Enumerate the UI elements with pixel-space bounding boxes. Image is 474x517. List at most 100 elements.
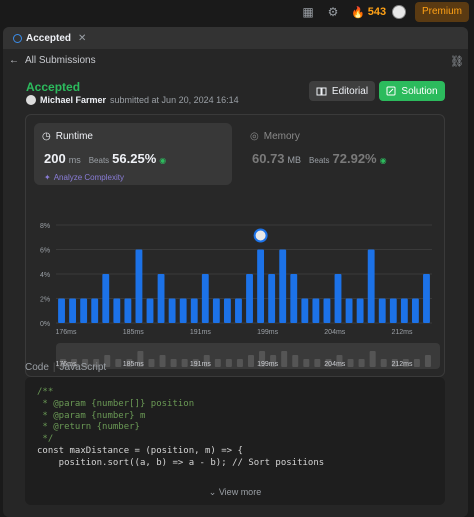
- chart-bar[interactable]: [146, 298, 154, 324]
- submission-status: Accepted: [26, 80, 81, 94]
- overview-tick-label: 199ms: [257, 361, 279, 368]
- runtime-value: 200: [44, 151, 66, 166]
- chart-bar[interactable]: [268, 274, 276, 323]
- x-tick-label: 191ms: [190, 329, 212, 336]
- tab-accepted[interactable]: Accepted ✕: [7, 30, 92, 47]
- memory-header: ◎ Memory: [250, 131, 300, 142]
- chart-bar[interactable]: [212, 298, 220, 324]
- edit-icon: [386, 86, 396, 96]
- code-line: */: [37, 434, 54, 445]
- chart-bar[interactable]: [223, 298, 231, 324]
- chart-bar[interactable]: [58, 298, 65, 324]
- chart-bar[interactable]: [257, 249, 265, 324]
- runtime-beats-label: Beats: [88, 156, 110, 165]
- solution-label: Solution: [401, 85, 438, 97]
- code-line: position.sort((a, b) => a - b); // Sort …: [37, 457, 325, 468]
- memory-panel[interactable]: ◎ Memory 60.73 MB Beats 72.92% ◉: [242, 123, 438, 185]
- overview-bar: [424, 355, 431, 367]
- runtime-beats-pct: 56.25%: [112, 151, 157, 166]
- analyze-complexity-link[interactable]: ✦ Analyze Complexity: [44, 173, 124, 182]
- chart-bar[interactable]: [367, 249, 375, 324]
- view-more-button[interactable]: ⌄ View more: [25, 487, 445, 499]
- chart-bar[interactable]: [334, 274, 342, 323]
- overview-tick-label: 185ms: [123, 361, 145, 368]
- overview-bar: [369, 351, 376, 367]
- streak-counter[interactable]: 🔥 543: [351, 4, 386, 20]
- chart-bar[interactable]: [378, 298, 386, 324]
- fire-icon: 🔥: [351, 6, 365, 19]
- chart-bar[interactable]: [69, 298, 77, 324]
- chart-bar[interactable]: [290, 274, 298, 323]
- link-icon[interactable]: ⛓: [450, 55, 464, 68]
- chart-bar[interactable]: [190, 298, 198, 324]
- user-avatar[interactable]: [26, 95, 36, 105]
- runtime-distribution-chart[interactable]: 8% 6% 4% 2% 0% 176ms 185ms 191ms 199ms 204ms 212ms…: [26, 215, 446, 375]
- memory-beats-label: Beats: [309, 156, 330, 165]
- y-tick-label: 6%: [40, 248, 50, 255]
- chart-bar[interactable]: [168, 298, 176, 324]
- chart-bar[interactable]: [157, 274, 165, 323]
- chart-bar[interactable]: [345, 298, 353, 324]
- chart-bar[interactable]: [301, 298, 309, 324]
- user-name[interactable]: Michael Farmer: [40, 95, 106, 105]
- top-bar: ▦ ⚙ 🔥 543 Premium: [0, 0, 474, 24]
- overview-bar: [380, 359, 387, 367]
- editorial-button[interactable]: Editorial: [309, 81, 375, 101]
- check-badge-icon: ◉: [159, 156, 167, 165]
- chart-bar[interactable]: [423, 274, 430, 323]
- code-line: const maxDistance = (position, m) => {: [37, 445, 243, 456]
- chart-bar[interactable]: [323, 298, 331, 324]
- runtime-value-row: 200 ms Beats 56.25% ◉: [44, 151, 166, 166]
- language-label: JavaScript: [59, 362, 107, 373]
- overview-tick-label: 212ms: [391, 361, 413, 368]
- chart-bar[interactable]: [389, 298, 397, 324]
- chart-bar[interactable]: [113, 298, 121, 324]
- back-to-submissions[interactable]: ← All Submissions: [9, 55, 96, 66]
- chart-bar[interactable]: [235, 298, 242, 324]
- x-tick-label: 204ms: [324, 329, 346, 336]
- overview-bar: [181, 359, 188, 367]
- chart-bar[interactable]: [91, 298, 99, 324]
- overview-bar: [236, 359, 243, 367]
- memory-unit: MB: [287, 155, 302, 165]
- chart-bar[interactable]: [201, 274, 209, 323]
- chart-bar[interactable]: [312, 298, 320, 324]
- y-tick-label: 2%: [40, 297, 50, 304]
- chart-bar[interactable]: [411, 298, 419, 324]
- chart-bar[interactable]: [246, 274, 253, 323]
- avatar[interactable]: [392, 5, 406, 19]
- code-line: * @param {number[]} position: [37, 398, 195, 409]
- streak-count: 543: [367, 6, 387, 18]
- close-icon[interactable]: ✕: [78, 33, 86, 44]
- chart-bar[interactable]: [279, 249, 287, 324]
- chevron-down-icon: ⌄: [208, 487, 219, 497]
- chart-bar[interactable]: [135, 249, 143, 324]
- chart-bar[interactable]: [400, 298, 408, 324]
- chart-bar[interactable]: [80, 298, 88, 324]
- chart-bar[interactable]: [179, 298, 187, 324]
- arrow-left-icon: ←: [9, 55, 19, 66]
- x-tick-label: 185ms: [123, 329, 145, 336]
- code-tab[interactable]: Code: [25, 362, 49, 373]
- chart-bar[interactable]: [102, 274, 110, 323]
- x-tick-label: 199ms: [257, 329, 279, 336]
- overview-bar: [148, 359, 155, 367]
- runtime-panel[interactable]: ◷ Runtime 200 ms Beats 56.25% ◉ ✦ Analyz…: [34, 123, 232, 185]
- overview-tick-label: 204ms: [324, 361, 346, 368]
- overview-bar: [225, 359, 232, 367]
- chart-bar[interactable]: [124, 298, 132, 324]
- overview-bar: [292, 355, 299, 367]
- overview-bar: [413, 359, 420, 367]
- code-block[interactable]: /** * @param {number[]} position * @para…: [25, 377, 445, 505]
- tab-label: Accepted: [26, 33, 72, 44]
- overview-bar: [115, 359, 122, 367]
- premium-button[interactable]: Premium: [415, 2, 469, 22]
- chart-bar[interactable]: [356, 298, 364, 324]
- chip-icon: ◎: [250, 131, 259, 142]
- solution-button[interactable]: Solution: [379, 81, 445, 101]
- overview-bar: [248, 355, 254, 367]
- overview-bar: [358, 359, 365, 367]
- overview-bar: [159, 355, 166, 367]
- grid-icon[interactable]: ▦: [301, 5, 315, 19]
- gear-icon[interactable]: ⚙: [326, 5, 340, 19]
